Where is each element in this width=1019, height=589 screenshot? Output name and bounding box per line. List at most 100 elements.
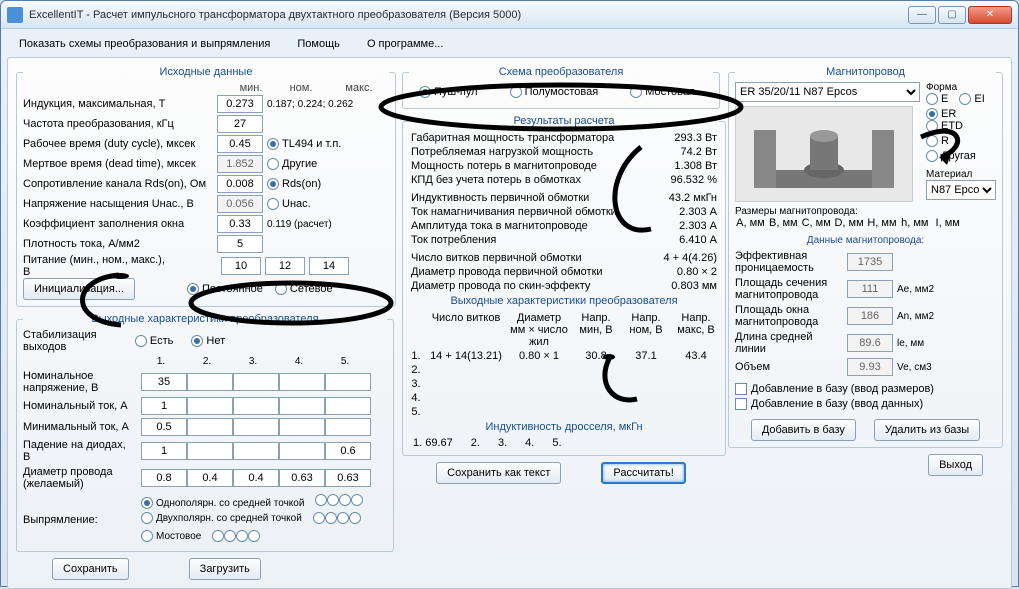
inp-vd-1[interactable] <box>141 442 187 460</box>
inp-freq[interactable] <box>217 115 263 133</box>
val-Dskin: 0.803 мм <box>647 280 717 292</box>
radio-shape-R[interactable]: R <box>926 135 949 147</box>
radio-usat[interactable]: Uнас. <box>267 198 311 210</box>
radio-stab-no[interactable]: Нет <box>191 335 225 347</box>
radio-shape-other[interactable]: Другая <box>926 150 976 162</box>
inp-deadtime <box>217 155 263 173</box>
val-p-core: 1.308 Вт <box>647 160 717 172</box>
lbl-vd: Падение на диодах, В <box>23 439 135 463</box>
add-db-button[interactable]: Добавить в базу <box>751 419 856 441</box>
exit-button[interactable]: Выход <box>928 454 983 476</box>
save-text-button[interactable]: Сохранить как текст <box>436 462 561 484</box>
core-select[interactable]: ER 35/20/11 N87 Epcos <box>735 82 920 102</box>
radio-shape-ETD[interactable]: ETD <box>926 120 963 132</box>
inp-supply-nom[interactable] <box>265 257 305 275</box>
val-ae <box>847 280 893 298</box>
lbl-bmax: Индукция, максимальная, T <box>23 98 213 110</box>
chk-add-sizes[interactable]: Добавление в базу (ввод размеров) <box>735 383 934 395</box>
inp-supply-min[interactable] <box>221 257 261 275</box>
menu-show-schemes[interactable]: Показать схемы преобразования и выпрямле… <box>7 36 282 52</box>
val-le <box>847 334 893 352</box>
init-button[interactable]: Инициализация... <box>23 278 135 300</box>
maximize-button[interactable]: ▢ <box>938 6 966 24</box>
val-Imag: 2.303 А <box>647 206 717 218</box>
mag-group: Магнитопровод ER 35/20/11 N87 Epcos Форм… <box>728 66 1003 448</box>
val-p-load: 74.2 Вт <box>647 146 717 158</box>
inp-wire-0[interactable] <box>141 469 187 487</box>
radio-pushpull[interactable]: Пуш-пул <box>419 86 478 98</box>
lbl-stab: Стабилизация выходов <box>23 329 135 353</box>
inp-jcurrent[interactable] <box>217 235 263 253</box>
val-an <box>847 307 893 325</box>
inp-bmax[interactable] <box>217 95 263 113</box>
lbl-rect: Выпрямление: <box>23 514 135 526</box>
lbl-duty: Рабочее время (duty cycle), мксек <box>23 138 213 150</box>
radio-supply-dc[interactable]: Постоянное <box>187 283 263 295</box>
out-row-1: 1.14 + 14(13.21)0.80 × 130.837.143.4 <box>409 349 719 363</box>
close-button[interactable]: ✕ <box>968 6 1012 24</box>
radio-rect-1[interactable]: Однополярн. со средней точкой <box>141 497 304 509</box>
inp-rdson[interactable] <box>217 175 263 193</box>
core-image <box>735 106 913 202</box>
txt-fillk-calc: 0.119 (расчет) <box>267 219 332 230</box>
lbl-wire: Диаметр провода (желаемый) <box>23 466 135 490</box>
inp-duty[interactable] <box>217 135 263 153</box>
lbl-supply: Питание (мин., ном., макс.), В <box>23 254 171 278</box>
radio-rect-3[interactable]: Мостовое <box>141 530 201 542</box>
menubar: Показать схемы преобразования и выпрямле… <box>7 35 1012 53</box>
inp-usat <box>217 195 263 213</box>
lbl-rdson: Сопротивление канала Rds(on), Ом <box>23 178 213 190</box>
radio-rdson[interactable]: Rds(on) <box>267 178 321 190</box>
radio-tl494[interactable]: TL494 и т.п. <box>267 138 341 150</box>
inp-inom-1[interactable] <box>141 397 187 415</box>
minimize-button[interactable]: — <box>908 6 936 24</box>
val-Lch-1: 1. 69.67 <box>413 437 453 449</box>
radio-rect-2[interactable]: Двухполярн. со средней точкой <box>141 512 302 524</box>
output-char-group: Выходные характеристики преобразователя … <box>16 313 394 552</box>
load-button[interactable]: Загрузить <box>189 558 261 580</box>
radio-fullbridge[interactable]: Мостовая <box>630 86 695 98</box>
val-ve <box>847 358 893 376</box>
lbl-usat: Напряжение насыщения Uнас., В <box>23 198 213 210</box>
lbl-vnom: Номинальное напряжение, В <box>23 370 135 394</box>
inp-wire-1[interactable] <box>187 469 233 487</box>
radio-supply-ac[interactable]: Сетевое <box>275 283 333 295</box>
inp-supply-max[interactable] <box>309 257 349 275</box>
radio-shape-ER[interactable]: ER <box>926 108 956 120</box>
radio-deadtime-other[interactable]: Другие <box>267 158 317 170</box>
lbl-jcurrent: Плотность тока, А/мм2 <box>23 238 213 250</box>
val-p-overall: 293.3 Вт <box>647 132 717 144</box>
radio-stab-yes[interactable]: Есть <box>135 335 173 347</box>
radio-shape-EI[interactable]: EI <box>959 93 984 105</box>
inp-wire-4[interactable] <box>325 469 371 487</box>
val-eff: 96.532 % <box>647 174 717 186</box>
material-select[interactable]: N87 Epcos <box>926 180 996 200</box>
val-L1: 43.2 мкГн <box>647 192 717 204</box>
radio-halfbridge[interactable]: Полумостовая <box>510 86 599 98</box>
lbl-imin: Минимальный ток, А <box>23 421 135 433</box>
menu-about[interactable]: О программе... <box>355 36 455 52</box>
del-db-button[interactable]: Удалить из базы <box>874 419 980 441</box>
app-icon <box>7 7 23 23</box>
inp-vnom-1[interactable] <box>141 373 187 391</box>
radio-shape-E[interactable]: E <box>926 93 948 105</box>
lbl-freq: Частота преобразования, кГц <box>23 118 213 130</box>
val-Nprim: 4 + 4(4.26) <box>647 252 717 264</box>
lbl-inom: Номинальный ток, А <box>23 400 135 412</box>
results-group: Результаты расчета Габаритная мощность т… <box>402 115 726 456</box>
val-eff-perm <box>847 253 893 271</box>
val-Dprim: 0.80 × 2 <box>647 266 717 278</box>
source-data-group: Исходные данные мин. ном. макс. Индукция… <box>16 66 396 307</box>
titlebar[interactable]: ExcellentIT - Расчет импульсного трансфо… <box>1 1 1018 29</box>
inp-imin-1[interactable] <box>141 418 187 436</box>
txt-bmax-range: 0.187; 0.224; 0.262 <box>267 99 353 110</box>
menu-help[interactable]: Помощь <box>285 36 352 52</box>
calc-button[interactable]: Рассчитать! <box>601 462 685 484</box>
lbl-fillk: Коэффициент заполнения окна <box>23 218 213 230</box>
save-button[interactable]: Сохранить <box>52 558 129 580</box>
main-panel: Исходные данные мин. ном. макс. Индукция… <box>7 57 1012 589</box>
inp-fillk[interactable] <box>217 215 263 233</box>
inp-wire-2[interactable] <box>233 469 279 487</box>
chk-add-data[interactable]: Добавление в базу (ввод данных) <box>735 398 923 410</box>
inp-wire-3[interactable] <box>279 469 325 487</box>
